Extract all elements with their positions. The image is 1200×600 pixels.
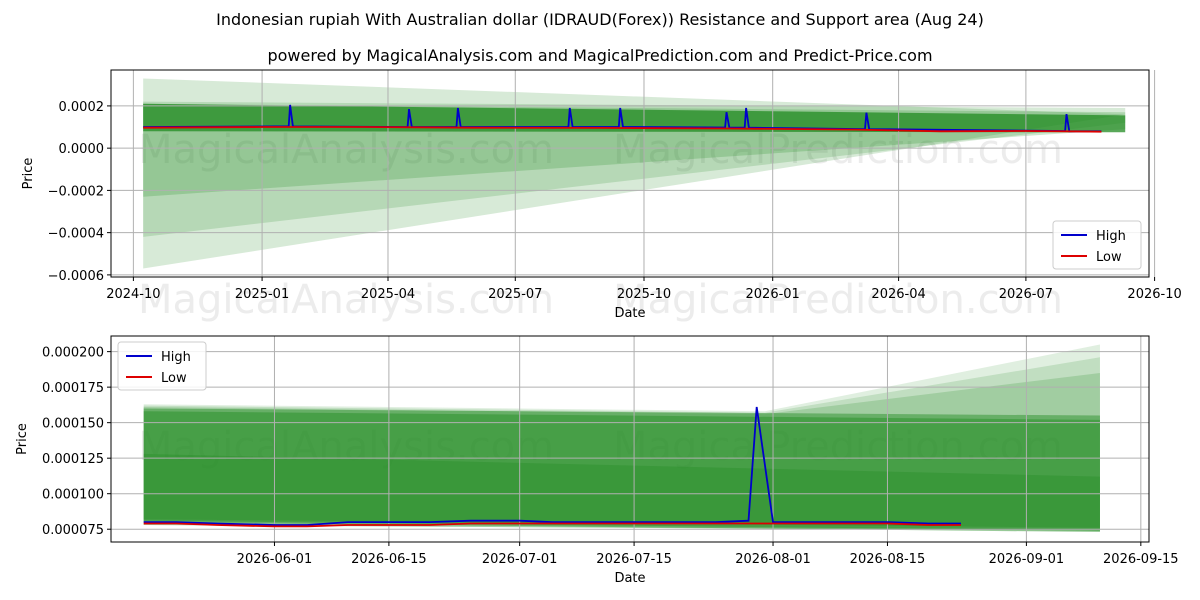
legend-label-high: High <box>161 350 191 365</box>
x-axis-title: Date <box>614 571 645 586</box>
y-tick-label: 0.000175 <box>42 381 104 396</box>
y-tick-label: 0.000200 <box>42 346 104 361</box>
x-tick-label: 2026-07 <box>999 287 1053 302</box>
y-axis-title: Price <box>21 158 36 190</box>
x-tick-label: 2026-09-15 <box>1103 552 1179 567</box>
x-tick-label: 2025-07 <box>488 287 542 302</box>
x-tick-label: 2026-08-15 <box>850 552 926 567</box>
x-tick-label: 2025-01 <box>235 287 289 302</box>
x-tick-label: 2026-04 <box>871 287 925 302</box>
x-tick-label: 2026-10 <box>1127 287 1181 302</box>
y-tick-label: 0.0000 <box>59 142 105 157</box>
x-tick-label: 2026-08-01 <box>735 552 811 567</box>
y-tick-label: −0.0004 <box>48 227 104 242</box>
watermark-text: MagicalPrediction.com <box>613 277 1063 323</box>
y-tick-label: 0.000150 <box>42 417 104 432</box>
legend-label-low: Low <box>1096 250 1122 265</box>
x-axis-title: Date <box>614 306 645 321</box>
chart-canvas: MagicalAnalysis.com MagicalPrediction.com… <box>15 69 1182 586</box>
x-tick-label: 2025-04 <box>361 287 415 302</box>
x-tick-label: 2024-10 <box>106 287 160 302</box>
y-tick-label: −0.0002 <box>48 184 104 199</box>
x-tick-label: 2026-06-01 <box>237 552 313 567</box>
y-axis-title: Price <box>15 423 30 455</box>
legend-label-high: High <box>1096 229 1126 244</box>
y-tick-label: 0.0002 <box>59 100 105 115</box>
y-tick-label: −0.0006 <box>48 269 104 284</box>
legend-label-low: Low <box>161 371 187 386</box>
x-tick-label: 2026-01 <box>746 287 800 302</box>
x-tick-label: 2025-10 <box>617 287 671 302</box>
y-tick-label: 0.000075 <box>42 523 104 538</box>
legend: High Low <box>1052 220 1142 270</box>
band-layer <box>143 344 1100 533</box>
x-tick-label: 2026-07-15 <box>596 552 672 567</box>
chart-panel-2: 2026-06-01 2026-06-15 2026-07-01 2026-07-15… <box>15 335 1179 586</box>
y-tick-label: 0.000100 <box>42 488 104 503</box>
x-tick-label: 2026-07-01 <box>482 552 558 567</box>
x-tick-label: 2026-09-01 <box>989 552 1065 567</box>
legend: High Low <box>117 341 207 391</box>
y-tick-label: 0.000125 <box>42 452 104 467</box>
x-tick-label: 2026-06-15 <box>351 552 427 567</box>
